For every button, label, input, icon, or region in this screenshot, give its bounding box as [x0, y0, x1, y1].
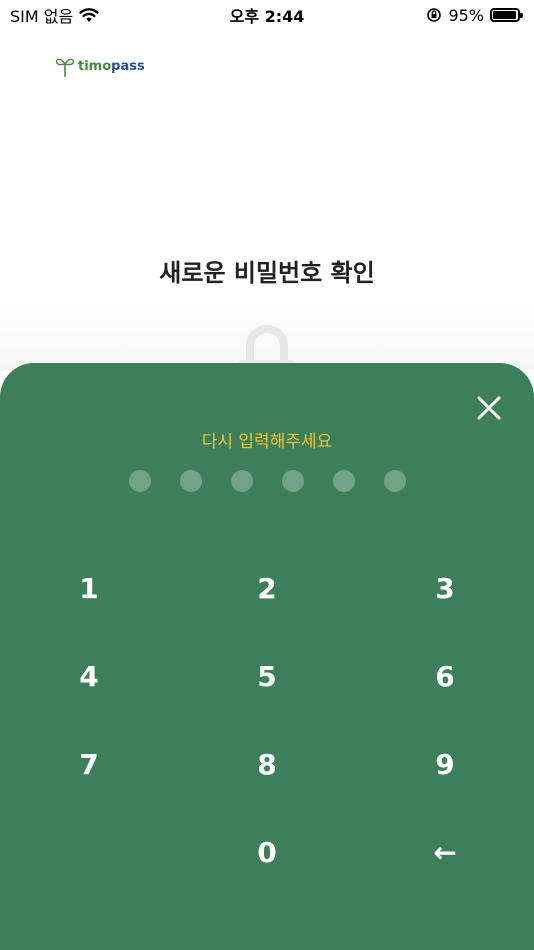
pin-indicator [0, 470, 534, 492]
pin-dot [128, 470, 151, 492]
key-9[interactable]: 9 [370, 729, 520, 799]
sprout-icon [55, 58, 75, 77]
wifi-icon [79, 8, 99, 22]
pin-dot [179, 470, 202, 492]
pin-dot [383, 470, 406, 492]
carrier-label: SIM 없음 [10, 7, 74, 26]
key-8[interactable]: 8 [192, 729, 342, 799]
logo-wordmark: timopass [78, 58, 145, 74]
pin-keypad-sheet: 다시 입력해주세요 1 2 3 4 5 6 7 8 9 0 ← [0, 363, 534, 950]
key-6[interactable]: 6 [370, 641, 520, 711]
key-0[interactable]: 0 [192, 817, 342, 887]
backspace-icon[interactable]: ← [370, 817, 520, 887]
battery-level-fill [493, 11, 516, 19]
key-5[interactable]: 5 [192, 641, 342, 711]
orientation-lock-icon [427, 8, 442, 22]
battery-percent: 95% [448, 5, 484, 25]
status-right: 95% [426, 5, 523, 25]
key-3[interactable]: 3 [370, 553, 520, 623]
status-left: SIM 없음 [10, 3, 99, 27]
key-2[interactable]: 2 [192, 553, 342, 623]
status-bar: SIM 없음 오후 2:44 95% [0, 0, 534, 30]
timopass-logo: timopass [54, 54, 145, 78]
battery-icon [490, 8, 523, 22]
pin-dot [332, 470, 355, 492]
pin-dot [230, 470, 253, 492]
page-title: 새로운 비밀번호 확인 [159, 259, 375, 287]
key-4[interactable]: 4 [14, 641, 164, 711]
key-7[interactable]: 7 [14, 729, 164, 799]
pin-dot [281, 470, 304, 492]
pin-instruction: 다시 입력해주세요 [201, 432, 333, 452]
key-1[interactable]: 1 [14, 553, 164, 623]
close-icon[interactable] [474, 393, 504, 423]
